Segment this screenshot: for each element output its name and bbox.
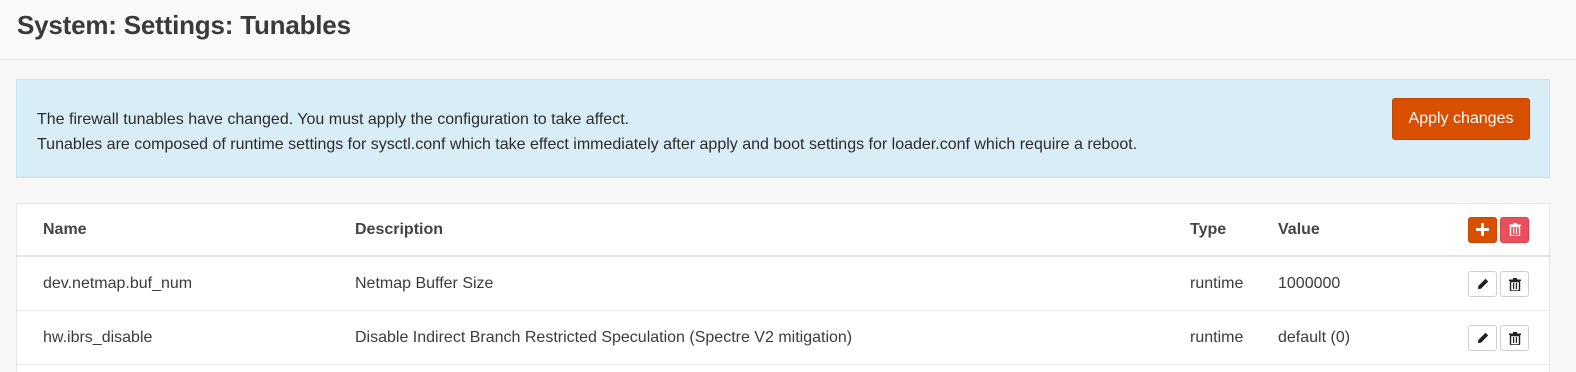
plus-icon <box>1476 223 1489 236</box>
table-row[interactable]: dev.netmap.buf_num Netmap Buffer Size ru… <box>17 258 1549 311</box>
column-header-name[interactable]: Name <box>43 204 87 255</box>
page-title: System: Settings: Tunables <box>17 10 351 40</box>
trash-icon <box>1508 277 1521 291</box>
tunable-type: runtime <box>1190 275 1244 292</box>
page-header: System: Settings: Tunables <box>0 0 1576 60</box>
edit-button[interactable] <box>1468 325 1497 351</box>
delete-button[interactable] <box>1500 271 1529 297</box>
changes-alert: The firewall tunables have changed. You … <box>16 79 1550 178</box>
tunables-table: Name Description Type Value dev.netmap.b… <box>16 203 1550 372</box>
table-header-row: Name Description Type Value <box>17 204 1549 257</box>
delete-button[interactable] <box>1500 325 1529 351</box>
row-actions <box>1468 258 1529 310</box>
tunable-name: hw.ibrs_disable <box>43 329 153 346</box>
tunable-value: 1000000 <box>1278 275 1341 292</box>
add-tunable-button[interactable] <box>1468 216 1497 243</box>
column-header-description[interactable]: Description <box>355 204 443 255</box>
table-row[interactable]: hw.ibrs_disable Disable Indirect Branch … <box>17 312 1549 365</box>
pencil-icon <box>1477 278 1489 290</box>
header-actions <box>1468 204 1529 255</box>
trash-icon <box>1508 331 1521 345</box>
column-header-value[interactable]: Value <box>1278 204 1320 255</box>
column-header-type[interactable]: Type <box>1190 204 1226 255</box>
apply-changes-button[interactable]: Apply changes <box>1392 98 1530 140</box>
tunable-description: Disable Indirect Branch Restricted Specu… <box>355 329 853 346</box>
alert-message-line-2: Tunables are composed of runtime setting… <box>37 136 1138 153</box>
row-actions <box>1468 312 1529 364</box>
tunable-type: runtime <box>1190 329 1244 346</box>
delete-selected-button[interactable] <box>1500 216 1529 243</box>
tunable-name: dev.netmap.buf_num <box>43 275 193 292</box>
alert-message-line-1: The firewall tunables have changed. You … <box>37 111 630 128</box>
pencil-icon <box>1477 332 1489 344</box>
tunable-description: Netmap Buffer Size <box>355 275 494 292</box>
tunable-value: default (0) <box>1278 329 1351 346</box>
trash-icon <box>1508 223 1521 236</box>
edit-button[interactable] <box>1468 271 1497 297</box>
